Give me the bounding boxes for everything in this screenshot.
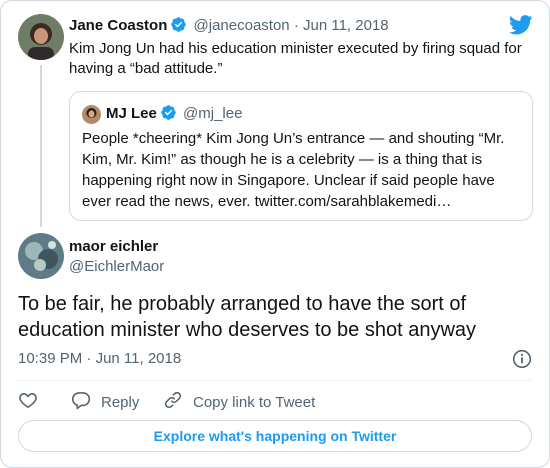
main-author-name[interactable]: maor eichler xyxy=(69,237,158,257)
timestamp-separator: · xyxy=(86,350,92,367)
quoted-author-name: MJ Lee xyxy=(106,105,157,122)
parent-tweet-text: Kim Jong Un had his education minister e… xyxy=(69,40,522,77)
quoted-tweet-text: People *cheering* Kim Jong Un’s entrance… xyxy=(82,130,505,210)
tweet-timestamp[interactable]: 10:39 PM · Jun 11, 2018 xyxy=(18,349,181,369)
parent-date[interactable]: Jun 11, 2018 xyxy=(303,17,389,34)
verified-badge-icon xyxy=(170,16,187,39)
twitter-bird-icon[interactable] xyxy=(508,15,533,40)
thread-connector-line xyxy=(40,65,42,227)
parent-avatar[interactable] xyxy=(18,14,64,60)
parent-separator: · xyxy=(293,17,299,34)
main-avatar[interactable] xyxy=(18,233,64,279)
tweet-embed-card: Jane Coaston @janecoaston · Jun 11, 2018… xyxy=(0,0,550,468)
reply-icon xyxy=(71,390,91,416)
parent-header: Jane Coaston @janecoaston · Jun 11, 2018 xyxy=(69,16,389,39)
verified-badge-icon xyxy=(160,104,177,127)
copy-link-button[interactable]: Copy link to Tweet xyxy=(163,390,315,416)
quoted-tweet-card[interactable]: MJ Lee @mj_lee People *cheering* Kim Jon… xyxy=(69,91,533,221)
main-author-handle[interactable]: @EichlerMaor xyxy=(69,257,164,277)
tweet-time[interactable]: 10:39 PM xyxy=(18,350,82,367)
heart-icon xyxy=(18,390,38,416)
like-button[interactable] xyxy=(18,390,38,416)
reply-button[interactable]: Reply xyxy=(71,390,139,416)
divider xyxy=(18,380,532,381)
quoted-handle: @mj_lee xyxy=(183,105,243,122)
copy-link-label: Copy link to Tweet xyxy=(193,394,316,411)
tweet-date[interactable]: Jun 11, 2018 xyxy=(96,350,182,367)
info-icon[interactable] xyxy=(512,349,532,374)
quoted-header: MJ Lee @mj_lee xyxy=(106,104,242,127)
quoted-avatar xyxy=(82,105,101,124)
main-tweet-text: To be fair, he probably arranged to have… xyxy=(18,293,477,341)
parent-author-name[interactable]: Jane Coaston xyxy=(69,17,167,34)
explore-button[interactable]: Explore what's happening on Twitter xyxy=(18,420,532,452)
link-icon xyxy=(163,390,183,416)
parent-handle[interactable]: @janecoaston xyxy=(194,17,290,34)
reply-label: Reply xyxy=(101,394,140,411)
